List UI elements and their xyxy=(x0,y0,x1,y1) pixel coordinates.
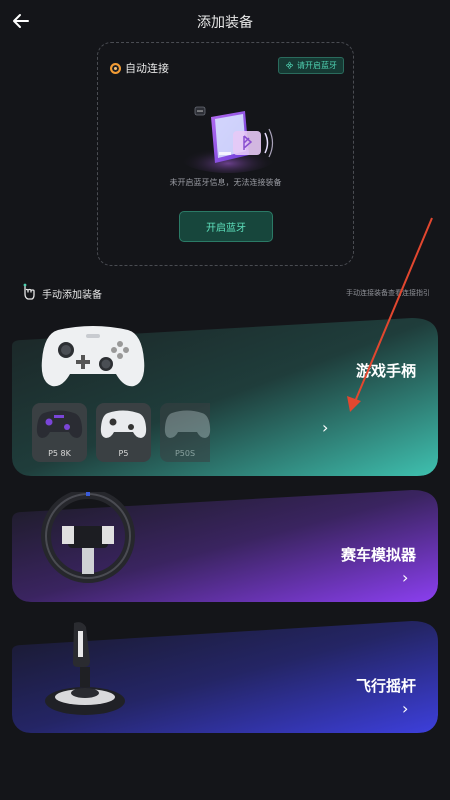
page-title: 添加装备 xyxy=(197,15,253,31)
model-p50s-tile[interactable]: P50S xyxy=(160,403,211,462)
racing-simulator-category-card[interactable]: 赛车模拟器 › xyxy=(12,490,438,602)
radio-selected-icon[interactable] xyxy=(110,62,121,74)
auto-connect-option[interactable]: 自动连接 xyxy=(110,60,169,76)
connection-guide-link[interactable]: 手动连接装备查看连接指引 xyxy=(346,288,430,298)
manual-add-section: 手动添加装备 手动连接装备查看连接指引 xyxy=(20,283,440,303)
model-p5-label: P5 xyxy=(118,449,129,458)
chevron-right-icon[interactable]: › xyxy=(402,568,408,587)
bluetooth-status-text: 请开启蓝牙 xyxy=(297,61,337,70)
model-p5-8k-tile[interactable]: P5 8K xyxy=(32,403,87,462)
steering-wheel-image-icon xyxy=(41,492,135,583)
hand-tap-icon xyxy=(23,283,35,300)
open-bluetooth-button[interactable]: 开启蓝牙 xyxy=(179,211,273,242)
gamepad-grey-icon xyxy=(164,410,211,438)
bluetooth-phone-illustration-icon xyxy=(180,106,276,173)
bluetooth-status-chip[interactable]: ᯽ 请开启蓝牙 xyxy=(278,57,344,74)
gamepad-image-icon xyxy=(41,326,145,387)
joystick-image-icon xyxy=(45,622,125,715)
gamepad-category-title: 游戏手柄 xyxy=(355,362,416,380)
model-p5-8k-label: P5 8K xyxy=(48,449,71,458)
manual-add-label: 手动添加装备 xyxy=(42,290,102,301)
chevron-right-icon[interactable]: › xyxy=(322,418,328,437)
gamepad-white-icon xyxy=(100,410,147,438)
auto-connect-label: 自动连接 xyxy=(125,62,169,75)
bluetooth-warning-text: 未开启蓝牙信息，无法连接装备 xyxy=(169,178,282,187)
gamepad-category-card[interactable]: 游戏手柄 › P5 8K P5 P50S xyxy=(12,318,438,476)
signal-icon: ᯽ xyxy=(285,61,294,70)
racing-simulator-title: 赛车模拟器 xyxy=(340,546,416,564)
gamepad-dark-icon xyxy=(36,410,83,438)
header: 添加装备 xyxy=(0,0,450,44)
model-p50s-label: P50S xyxy=(174,449,196,458)
model-p5-tile[interactable]: P5 xyxy=(96,403,151,462)
flight-stick-title: 飞行摇杆 xyxy=(355,677,416,695)
chevron-right-icon[interactable]: › xyxy=(402,699,408,718)
auto-connect-card: 自动连接 ᯽ 请开启蓝牙 未开启蓝牙信息，无法连接装备 开启蓝牙 xyxy=(97,42,354,266)
flight-stick-category-card[interactable]: 飞行摇杆 › xyxy=(12,621,438,733)
